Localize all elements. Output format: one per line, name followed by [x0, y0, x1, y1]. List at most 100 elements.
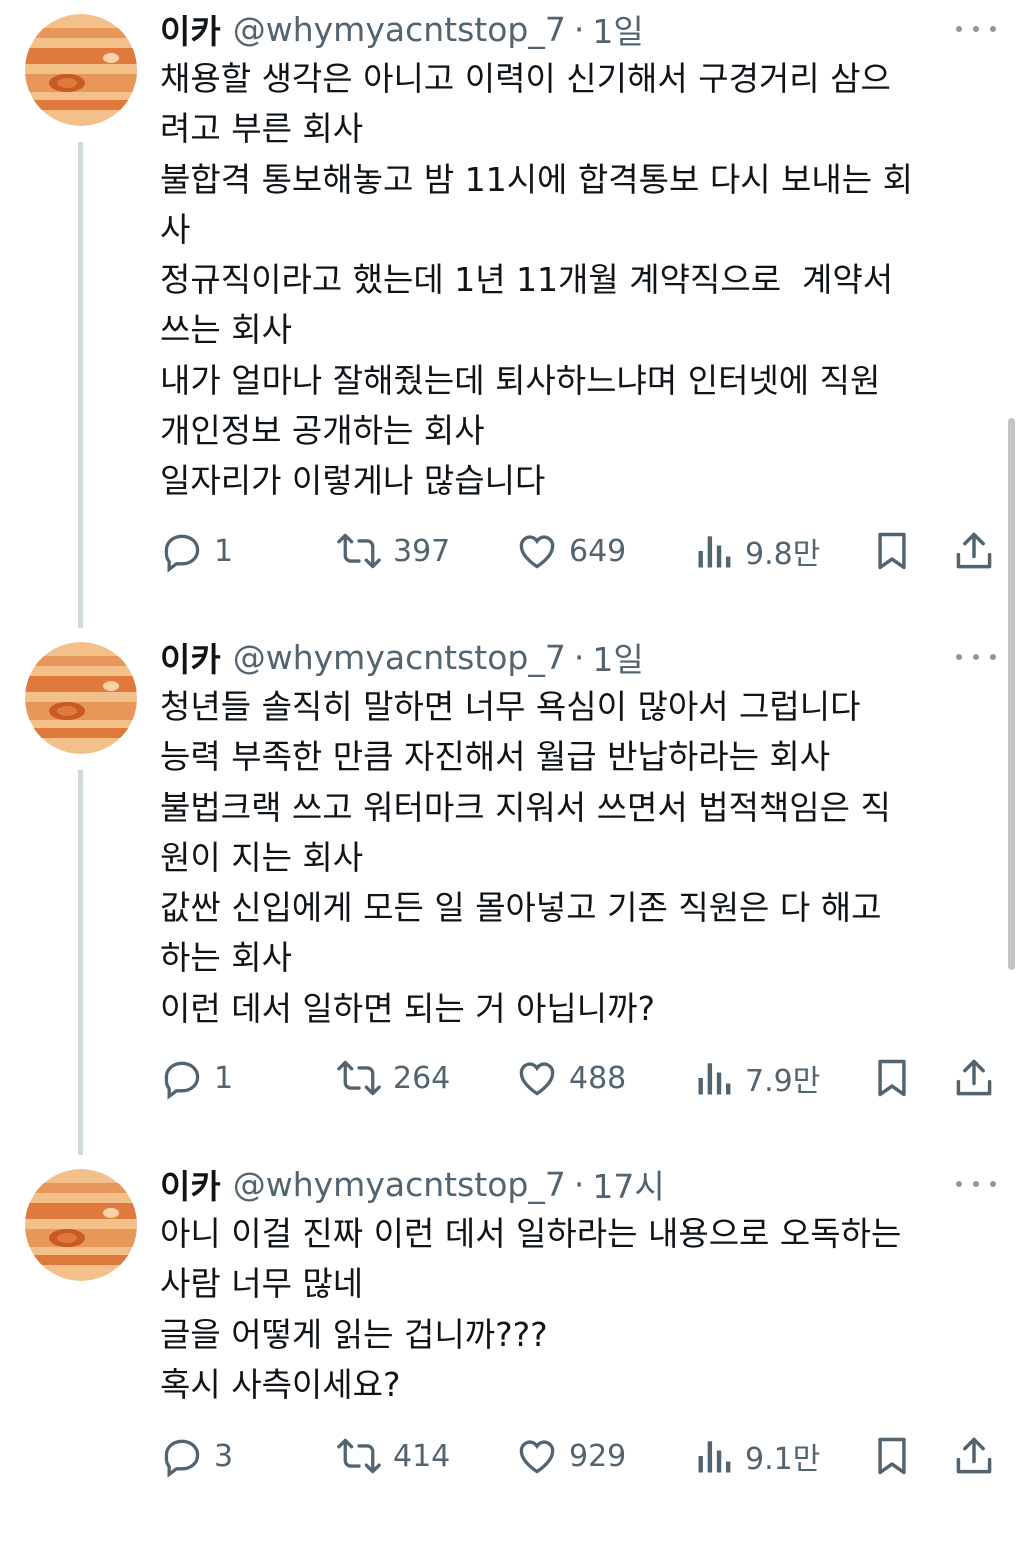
- like-count: 488: [569, 1060, 627, 1096]
- heart-icon: [519, 1440, 555, 1474]
- share-icon: [956, 1059, 992, 1096]
- reply-icon: [164, 1061, 200, 1100]
- tweet-line: 정규직이라고 했는데 1년 11개월 계약직으로 계약서: [160, 260, 894, 300]
- tweet-line: 혹시 사측이세요?: [160, 1364, 401, 1404]
- user-handle[interactable]: @whymyacntstop_7: [233, 638, 566, 677]
- share-icon: [956, 532, 992, 569]
- separator: ·: [573, 1164, 585, 1204]
- bookmark-icon: [878, 1059, 906, 1097]
- display-name[interactable]: 이카: [160, 633, 221, 681]
- display-name[interactable]: 이카: [160, 1160, 221, 1208]
- tweet-line: 사: [160, 209, 191, 249]
- tweet-line: 이런 데서 일하면 되는 거 아닙니까?: [160, 988, 656, 1028]
- tweet-line: 값싼 신입에게 모든 일 몰아넣고 기존 직원은 다 해고: [160, 888, 882, 928]
- bookmark-button[interactable]: [870, 1053, 914, 1103]
- like-count: 649: [569, 533, 627, 569]
- action-bar: 3 414 929 9.1만: [160, 1431, 1000, 1481]
- more-icon[interactable]: [956, 1169, 996, 1199]
- avatar[interactable]: [25, 642, 137, 754]
- views-icon: [698, 536, 731, 568]
- more-icon[interactable]: [956, 14, 996, 44]
- display-name[interactable]: 이카: [160, 5, 221, 53]
- reply-button[interactable]: 1: [160, 526, 233, 576]
- tweet-header: 이카 @whymyacntstop_7 · 1일: [160, 4, 644, 54]
- timestamp[interactable]: 17시: [592, 1160, 664, 1208]
- reply-count: 3: [214, 1438, 234, 1474]
- tweet-header: 이카 @whymyacntstop_7 · 1일: [160, 632, 644, 682]
- tweet-header: 이카 @whymyacntstop_7 · 17시: [160, 1159, 665, 1209]
- tweet-text: 채용할 생각은 아니고 이력이 신기해서 구경거리 삼으 려고 부른 회사 불합…: [160, 54, 990, 507]
- user-handle[interactable]: @whymyacntstop_7: [233, 1165, 566, 1204]
- retweet-count: 264: [393, 1060, 451, 1096]
- tweet-line: 사람 너무 많네: [160, 1264, 364, 1304]
- jupiter-avatar-icon: [25, 642, 137, 754]
- view-count: 9.1만: [745, 1442, 821, 1477]
- bookmark-button[interactable]: [870, 1431, 914, 1481]
- tweet-line: 하는 회사: [160, 938, 292, 978]
- separator: ·: [573, 637, 585, 677]
- tweet-line: 원이 지는 회사: [160, 837, 364, 877]
- retweet-button[interactable]: 264: [335, 1053, 450, 1103]
- tweet-line: 불합격 통보해놓고 밤 11시에 합격통보 다시 보내는 회: [160, 159, 913, 199]
- views-icon: [698, 1441, 731, 1473]
- share-button[interactable]: [952, 526, 996, 576]
- avatar[interactable]: [25, 1169, 137, 1281]
- tweet[interactable]: 이카 @whymyacntstop_7 · 1일 채용할 생각은 아니고 이력이…: [0, 0, 1024, 620]
- tweet-line: 불법크랙 쓰고 워터마크 지워서 쓰면서 법적책임은 직: [160, 787, 891, 827]
- tweet[interactable]: 이카 @whymyacntstop_7 · 1일 청년들 솔직히 말하면 너무 …: [0, 628, 1024, 1128]
- jupiter-avatar-icon: [25, 14, 137, 126]
- bookmark-icon: [878, 1437, 906, 1475]
- reply-icon: [164, 534, 200, 573]
- share-icon: [956, 1437, 992, 1474]
- reply-thread: 이카 @whymyacntstop_7 · 1일 채용할 생각은 아니고 이력이…: [0, 0, 1024, 1556]
- tweet-line: 채용할 생각은 아니고 이력이 신기해서 구경거리 삼으: [160, 59, 891, 98]
- views-icon: [698, 1063, 731, 1095]
- tweet-line: 능력 부족한 만큼 자진해서 월급 반납하라는 회사: [160, 737, 831, 777]
- like-button[interactable]: 929: [515, 1431, 626, 1481]
- tweet-line: 일자리가 이렇게나 많습니다: [160, 461, 546, 501]
- reply-count: 1: [214, 1060, 234, 1096]
- tweet-text: 아니 이걸 진짜 이런 데서 일하라는 내용으로 오독하는 사람 너무 많네 글…: [160, 1209, 990, 1410]
- view-count: 7.9만: [745, 1064, 821, 1099]
- timestamp[interactable]: 1일: [592, 5, 643, 53]
- scrollbar[interactable]: [1008, 418, 1015, 970]
- views-button[interactable]: 9.1만: [695, 1431, 820, 1481]
- heart-icon: [519, 1062, 555, 1096]
- retweet-count: 397: [393, 533, 451, 569]
- bookmark-icon: [878, 532, 906, 570]
- retweet-icon: [337, 1060, 381, 1096]
- tweet-line: 개인정보 공개하는 회사: [160, 411, 485, 451]
- tweet[interactable]: 이카 @whymyacntstop_7 · 17시 아니 이걸 진짜 이런 데서…: [0, 1155, 1024, 1535]
- retweet-button[interactable]: 414: [335, 1431, 450, 1481]
- like-button[interactable]: 649: [515, 526, 626, 576]
- retweet-icon: [337, 533, 381, 569]
- tweet-text: 청년들 솔직히 말하면 너무 욕심이 많아서 그럽니다 능력 부족한 만큼 자진…: [160, 682, 990, 1034]
- retweet-count: 414: [393, 1438, 451, 1474]
- separator: ·: [573, 9, 585, 49]
- tweet-line: 청년들 솔직히 말하면 너무 욕심이 많아서 그럽니다: [160, 687, 861, 726]
- tweet-line: 려고 부른 회사: [160, 109, 364, 149]
- heart-icon: [519, 535, 555, 569]
- avatar[interactable]: [25, 14, 137, 126]
- view-count: 9.8만: [745, 537, 821, 572]
- views-button[interactable]: 7.9만: [695, 1053, 820, 1103]
- jupiter-avatar-icon: [25, 1169, 137, 1281]
- views-button[interactable]: 9.8만: [695, 526, 820, 576]
- reply-button[interactable]: 1: [160, 1053, 233, 1103]
- tweet-line: 쓰는 회사: [160, 310, 292, 350]
- timestamp[interactable]: 1일: [592, 633, 643, 681]
- bookmark-button[interactable]: [870, 526, 914, 576]
- reply-button[interactable]: 3: [160, 1431, 233, 1481]
- retweet-button[interactable]: 397: [335, 526, 450, 576]
- action-bar: 1 397 649 9.8만: [160, 526, 1000, 576]
- share-button[interactable]: [952, 1053, 996, 1103]
- share-button[interactable]: [952, 1431, 996, 1481]
- like-button[interactable]: 488: [515, 1053, 626, 1103]
- action-bar: 1 264 488 7.9만: [160, 1053, 1000, 1103]
- more-icon[interactable]: [956, 642, 996, 672]
- reply-count: 1: [214, 533, 234, 569]
- retweet-icon: [337, 1438, 381, 1474]
- user-handle[interactable]: @whymyacntstop_7: [233, 10, 566, 49]
- tweet-line: 내가 얼마나 잘해줬는데 퇴사하느냐며 인터넷에 직원: [160, 360, 881, 400]
- reply-icon: [164, 1439, 200, 1478]
